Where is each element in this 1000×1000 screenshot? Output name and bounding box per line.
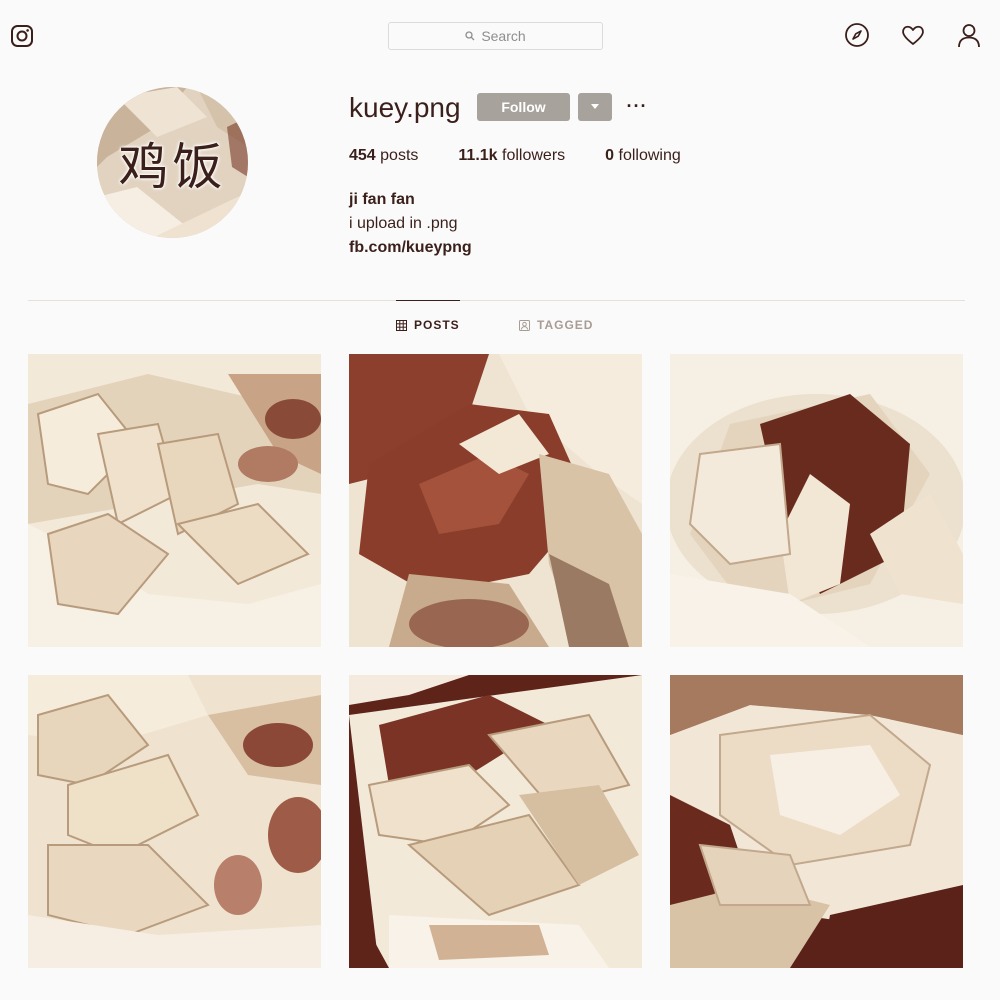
top-nav: Search <box>0 0 1000 72</box>
username: kuey.png <box>349 92 461 123</box>
suggestions-dropdown-button[interactable] <box>578 93 612 121</box>
search-placeholder: Search <box>481 28 526 44</box>
grid-icon <box>396 319 407 331</box>
avatar[interactable]: 鸡饭 <box>97 87 248 238</box>
profile-stats: 454 posts 11.1k followers 0 following <box>349 147 721 165</box>
profile-divider <box>28 300 965 301</box>
tab-tagged[interactable]: TAGGED <box>519 318 593 332</box>
post-thumbnail[interactable] <box>28 354 321 647</box>
more-options-button[interactable]: ··· <box>626 96 648 116</box>
stat-followers-label: followers <box>502 147 566 164</box>
tab-posts-label: POSTS <box>414 318 460 332</box>
follow-button[interactable]: Follow <box>477 93 570 121</box>
heart-icon[interactable] <box>900 22 926 48</box>
stat-posts-count: 454 <box>349 147 376 164</box>
tab-posts[interactable]: POSTS <box>396 318 460 332</box>
post-thumbnail[interactable] <box>349 675 642 968</box>
chicken-rice-photo <box>349 675 642 968</box>
stat-posts[interactable]: 454 posts <box>349 147 418 165</box>
active-tab-indicator <box>396 300 460 301</box>
profile-tabs: POSTS TAGGED <box>0 318 1000 338</box>
chevron-down-icon <box>591 104 599 109</box>
search-icon <box>465 31 475 41</box>
posts-grid <box>28 354 964 968</box>
tag-user-icon <box>519 319 530 331</box>
stat-followers[interactable]: 11.1k followers <box>458 147 565 165</box>
stat-following[interactable]: 0 following <box>605 147 681 165</box>
stat-posts-label: posts <box>380 147 419 164</box>
post-thumbnail[interactable] <box>28 675 321 968</box>
chicken-rice-photo <box>670 354 963 647</box>
explore-compass-icon[interactable] <box>844 22 870 48</box>
stat-following-count: 0 <box>605 147 615 164</box>
stat-following-label: following <box>618 147 681 164</box>
bio-link[interactable]: fb.com/kueypng <box>349 236 472 260</box>
profile-icon[interactable] <box>956 22 982 48</box>
post-thumbnail[interactable] <box>670 354 963 647</box>
search-input[interactable]: Search <box>388 22 603 50</box>
chicken-rice-photo <box>670 675 963 968</box>
instagram-icon[interactable] <box>10 24 34 48</box>
bio: ji fan fan i upload in .png fb.com/kueyp… <box>349 188 472 260</box>
stat-followers-count: 11.1k <box>458 147 498 164</box>
chicken-rice-photo <box>28 354 321 647</box>
tab-tagged-label: TAGGED <box>537 318 594 332</box>
nav-icons <box>844 22 982 48</box>
avatar-caption: 鸡饭 <box>118 137 227 196</box>
bio-name: ji fan fan <box>349 191 415 208</box>
bio-text: i upload in .png <box>349 215 458 232</box>
chicken-rice-photo <box>349 354 642 647</box>
chicken-rice-photo <box>28 675 321 968</box>
post-thumbnail[interactable] <box>349 354 642 647</box>
post-thumbnail[interactable] <box>670 675 963 968</box>
